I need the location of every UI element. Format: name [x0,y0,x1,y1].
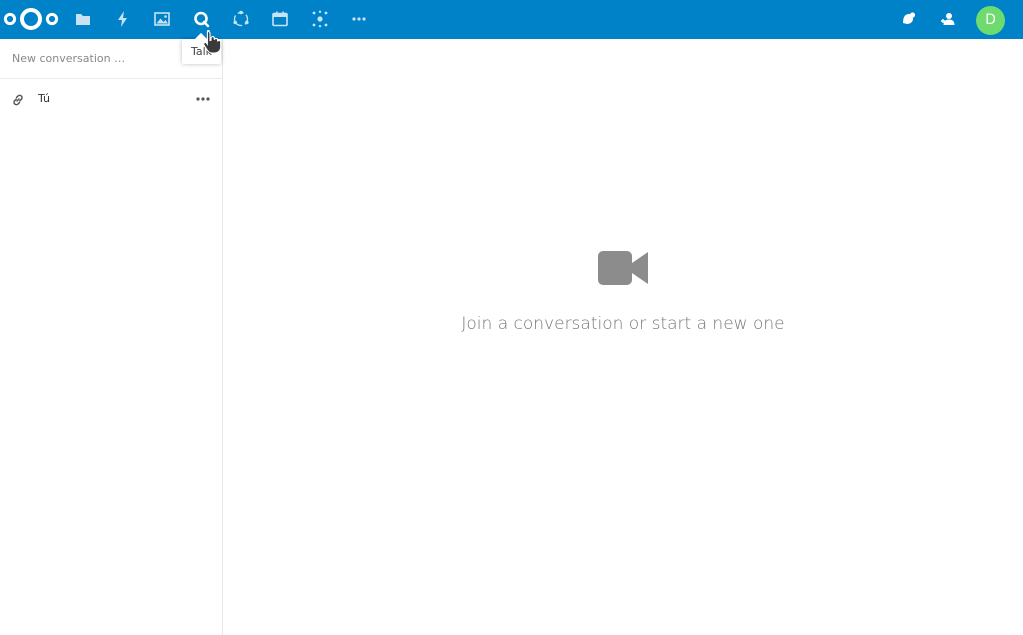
conversations-sidebar: Tú [0,39,223,635]
gallery-icon[interactable] [150,7,174,31]
hand-cursor-icon [202,29,224,54]
notifications-icon[interactable] [898,9,918,29]
calendar-icon[interactable] [268,7,292,31]
more-options-icon[interactable] [194,91,212,107]
files-icon[interactable] [71,7,95,31]
talk-icon[interactable] [189,7,213,31]
nextcloud-logo-icon[interactable] [3,6,59,32]
link-icon [11,92,25,106]
empty-state-message: Join a conversation or start a new one [461,314,785,334]
circles-icon[interactable] [229,7,253,31]
video-camera-icon [597,249,649,287]
more-apps-icon[interactable] [347,7,371,31]
activity-icon[interactable] [111,7,135,31]
user-avatar[interactable]: D [976,6,1005,35]
contacts-icon[interactable] [938,9,958,29]
conversation-item[interactable]: Tú [0,80,222,118]
main-content: Join a conversation or start a new one [223,39,1023,635]
conversation-name: Tú [38,92,51,105]
top-header: D [0,0,1023,39]
social-icon[interactable] [308,7,332,31]
